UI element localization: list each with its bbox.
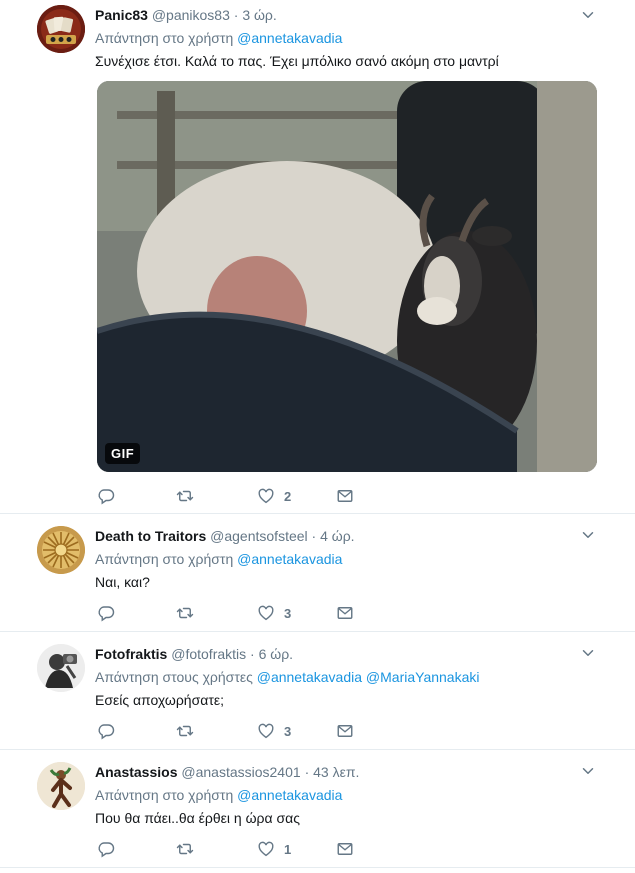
retweet-icon	[176, 604, 194, 622]
tweet-actions: 3	[97, 721, 377, 741]
like-count: 3	[284, 723, 292, 739]
reply-icon	[97, 840, 115, 858]
user-handle[interactable]: @agentsofsteel	[210, 528, 308, 544]
reply-context: Απάντηση στους χρήστες @annetakavadia @M…	[95, 667, 621, 687]
chevron-down-icon[interactable]	[579, 6, 597, 24]
like-button[interactable]: 3	[257, 603, 291, 623]
mention-link[interactable]: @annetakavadia	[237, 787, 342, 803]
tweet[interactable]: Death to Traitors @agentsofsteel · 4 ώρ.…	[0, 514, 635, 632]
retweet-icon	[176, 722, 194, 740]
display-name[interactable]: Fotofraktis	[95, 646, 167, 662]
tweet-text: Εσείς αποχωρήσατε;	[95, 692, 224, 708]
like-count: 1	[284, 841, 292, 857]
separator-dot: ·	[311, 528, 317, 544]
tweet-actions: 2	[97, 486, 377, 506]
retweet-button[interactable]	[176, 486, 194, 506]
like-count: 2	[284, 488, 292, 504]
separator-dot: ·	[250, 646, 255, 662]
heart-icon	[257, 604, 275, 622]
reply-icon	[97, 722, 115, 740]
separator-dot: ·	[233, 7, 239, 23]
reply-context: Απάντηση στο χρήστη @annetakavadia	[95, 549, 621, 569]
user-handle[interactable]: @anastassios2401	[181, 764, 300, 780]
reply-context: Απάντηση στο χρήστη @annetakavadia	[95, 28, 621, 48]
gif-media[interactable]: GIF	[97, 81, 597, 472]
gif-badge: GIF	[105, 443, 141, 464]
reply-prefix: Απάντηση στο χρήστη	[95, 551, 234, 567]
like-button[interactable]: 2	[257, 486, 291, 506]
separator-dot: ·	[304, 764, 310, 780]
avatar[interactable]	[37, 762, 85, 810]
chevron-down-icon[interactable]	[579, 526, 597, 544]
avatar[interactable]	[37, 5, 85, 53]
avatar[interactable]	[37, 644, 85, 692]
user-handle[interactable]: @fotofraktis	[171, 646, 246, 662]
tweet-text: Ναι, και?	[95, 574, 150, 590]
timestamp[interactable]: 4 ώρ.	[320, 528, 354, 544]
reply-prefix: Απάντηση στους χρήστες	[95, 669, 253, 685]
direct-message-button[interactable]	[336, 721, 354, 741]
reply-icon	[97, 487, 115, 505]
heart-icon	[257, 840, 275, 858]
direct-message-button[interactable]	[336, 603, 354, 623]
chevron-down-icon[interactable]	[579, 644, 597, 662]
display-name[interactable]: Anastassios	[95, 764, 177, 780]
avatar[interactable]	[37, 526, 85, 574]
mention-link[interactable]: @annetakavadia	[257, 669, 362, 685]
timestamp[interactable]: 3 ώρ.	[242, 7, 276, 23]
chevron-down-icon[interactable]	[579, 762, 597, 780]
retweet-button[interactable]	[176, 603, 194, 623]
retweet-icon	[176, 487, 194, 505]
direct-message-icon	[336, 840, 354, 858]
retweet-icon	[176, 840, 194, 858]
display-name[interactable]: Panic83	[95, 7, 148, 23]
direct-message-icon	[336, 487, 354, 505]
heart-icon	[257, 487, 275, 505]
tweet-text: Που θα πάει..θα έρθει η ώρα σας	[95, 810, 300, 826]
direct-message-icon	[336, 604, 354, 622]
reply-prefix: Απάντηση στο χρήστη	[95, 30, 234, 46]
retweet-button[interactable]	[176, 721, 194, 741]
timestamp[interactable]: 43 λεπ.	[313, 764, 359, 780]
tweet[interactable]: Fotofraktis @fotofraktis · 6 ώρ. Απάντησ…	[0, 632, 635, 750]
reply-icon	[97, 604, 115, 622]
tweet[interactable]: Panic83 @panikos83 · 3 ώρ. Απάντηση στο …	[0, 0, 635, 514]
like-count: 3	[284, 605, 292, 621]
reply-button[interactable]	[97, 721, 115, 741]
tweet-actions: 1	[97, 839, 377, 859]
reply-context: Απάντηση στο χρήστη @annetakavadia	[95, 785, 621, 805]
reply-prefix: Απάντηση στο χρήστη	[95, 787, 234, 803]
reply-button[interactable]	[97, 486, 115, 506]
direct-message-button[interactable]	[336, 839, 354, 859]
heart-icon	[257, 722, 275, 740]
mention-link[interactable]: @annetakavadia	[237, 551, 342, 567]
timestamp[interactable]: 6 ώρ.	[259, 646, 293, 662]
mention-link[interactable]: @MariaYannakaki	[366, 669, 480, 685]
mention-link[interactable]: @annetakavadia	[237, 30, 342, 46]
like-button[interactable]: 3	[257, 721, 291, 741]
direct-message-icon	[336, 722, 354, 740]
like-button[interactable]: 1	[257, 839, 291, 859]
reply-button[interactable]	[97, 603, 115, 623]
user-handle[interactable]: @panikos83	[152, 7, 230, 23]
direct-message-button[interactable]	[336, 486, 354, 506]
goat-gif-image	[97, 81, 597, 472]
tweet-text: Συνέχισε έτσι. Καλά το πας. Έχει μπόλικο…	[95, 53, 499, 69]
tweet-actions: 3	[97, 603, 377, 623]
reply-button[interactable]	[97, 839, 115, 859]
retweet-button[interactable]	[176, 839, 194, 859]
display-name[interactable]: Death to Traitors	[95, 528, 206, 544]
tweet[interactable]: Anastassios @anastassios2401 · 43 λεπ. Α…	[0, 750, 635, 868]
